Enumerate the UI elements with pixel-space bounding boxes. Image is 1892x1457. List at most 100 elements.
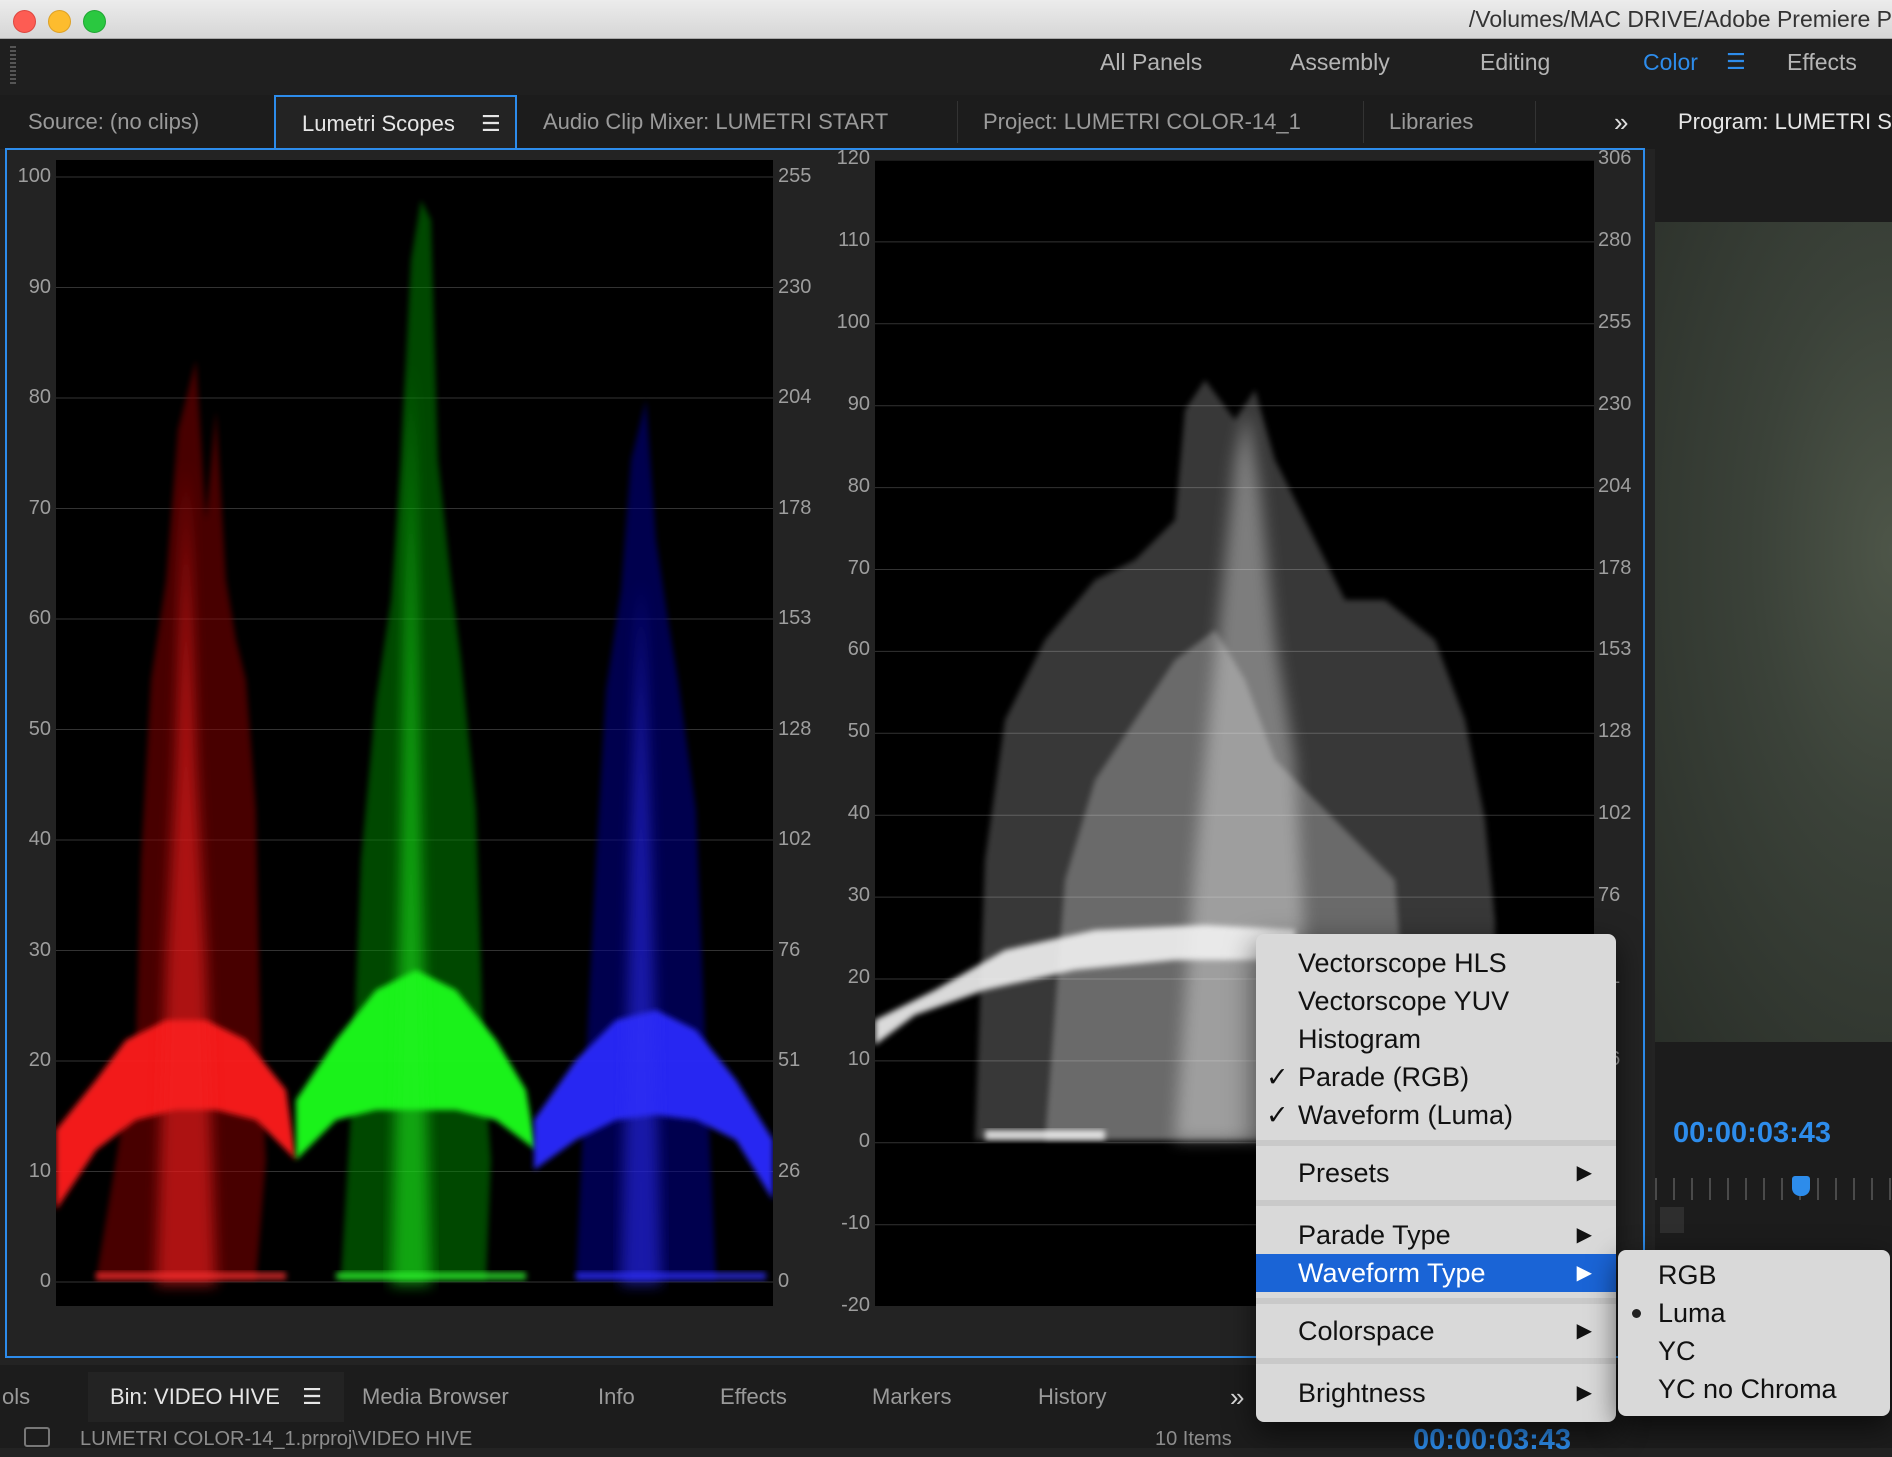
axis-tick-label: 20 <box>847 966 870 988</box>
submenu-item-label: Luma <box>1658 1298 1726 1328</box>
menu-item-label: Presets <box>1298 1158 1390 1188</box>
workspace-editing[interactable]: Editing <box>1480 49 1550 76</box>
axis-tick-label: 50 <box>847 720 870 743</box>
axis-tick-label: 100 <box>17 165 51 187</box>
axis-tick-label: 280 <box>1598 228 1632 251</box>
submenu-item-label: YC no Chroma <box>1658 1374 1837 1404</box>
menu-item-label: Colorspace <box>1298 1316 1435 1346</box>
menu-item-vectorscope-hls[interactable]: Vectorscope HLS <box>1256 944 1616 982</box>
tab-lumetri-scopes[interactable]: Lumetri Scopes ☰ <box>274 95 517 151</box>
workspace-color[interactable]: Color <box>1643 49 1698 76</box>
axis-tick-label: 178 <box>1598 556 1632 579</box>
tab-project[interactable]: Project: LUMETRI COLOR-14_1 <box>957 95 1363 149</box>
axis-tick-label: -10 <box>841 1211 870 1234</box>
tab-markers[interactable]: Markers <box>872 1372 951 1422</box>
axis-tick-label: 178 <box>778 496 812 519</box>
program-monitor-title[interactable]: Program: LUMETRI S <box>1678 109 1892 135</box>
tab-source[interactable]: Source: (no clips) <box>2 95 274 149</box>
axis-tick-label: 76 <box>1598 884 1621 907</box>
menu-item-label: Waveform (Luma) <box>1298 1100 1514 1130</box>
menu-item-parade-type[interactable]: Parade Type ▶ <box>1256 1216 1616 1254</box>
window-title-bar: /Volumes/MAC DRIVE/Adobe Premiere P <box>0 0 1892 39</box>
axis-tick-label: 30 <box>847 884 870 907</box>
menu-item-vectorscope-yuv[interactable]: Vectorscope YUV <box>1256 982 1616 1020</box>
menu-item-histogram[interactable]: Histogram <box>1256 1020 1616 1058</box>
workspace-effects[interactable]: Effects <box>1787 49 1857 76</box>
window-title: /Volumes/MAC DRIVE/Adobe Premiere P <box>1468 6 1892 32</box>
tab-bin-label: Bin: VIDEO HIVE <box>110 1384 280 1409</box>
submenu-item-luma[interactable]: Luma <box>1618 1294 1890 1332</box>
axis-tick-label: 10 <box>847 1047 870 1070</box>
axis-tick-label: 10 <box>28 1159 51 1182</box>
menu-item-colorspace[interactable]: Colorspace ▶ <box>1256 1312 1616 1350</box>
axis-tick-label: 204 <box>1598 474 1632 497</box>
menu-item-label: Vectorscope YUV <box>1298 986 1510 1016</box>
bottom-tab-overflow-icon[interactable]: » <box>1230 1372 1244 1422</box>
drag-grip-icon[interactable] <box>10 46 16 84</box>
submenu-item-yc-no-chroma[interactable]: YC no Chroma <box>1618 1370 1890 1408</box>
axis-tick-label: 204 <box>778 386 812 408</box>
tab-libraries[interactable]: Libraries <box>1363 95 1535 149</box>
menu-item-waveform-type[interactable]: Waveform Type ▶ <box>1256 1254 1616 1292</box>
axis-tick-label: 50 <box>28 717 51 740</box>
axis-tick-label: 80 <box>847 474 870 497</box>
menu-item-presets[interactable]: Presets ▶ <box>1256 1154 1616 1192</box>
axis-tick-label: 306 <box>1598 147 1632 169</box>
playhead-icon[interactable] <box>1792 1176 1810 1196</box>
tab-divider <box>1535 101 1536 143</box>
submenu-item-label: YC <box>1658 1336 1696 1366</box>
close-window-button[interactable] <box>13 10 36 33</box>
menu-item-waveform-luma[interactable]: ✓ Waveform (Luma) <box>1256 1096 1616 1134</box>
tab-tools[interactable]: ols <box>2 1372 30 1422</box>
menu-item-label: Vectorscope HLS <box>1298 948 1507 978</box>
workspace-assembly[interactable]: Assembly <box>1290 49 1390 76</box>
axis-tick-label: 76 <box>778 938 801 961</box>
tab-audio-clip-mixer[interactable]: Audio Clip Mixer: LUMETRI START <box>517 95 957 149</box>
tab-media-browser[interactable]: Media Browser <box>362 1372 509 1422</box>
workspace-bar <box>0 39 1892 95</box>
axis-tick-label: 128 <box>778 717 812 740</box>
axis-tick-label: 40 <box>847 802 870 825</box>
parade-scope <box>56 160 773 1306</box>
axis-tick-label: 30 <box>28 938 51 961</box>
program-zoom-handle[interactable] <box>1660 1207 1684 1233</box>
axis-tick-label: 40 <box>28 828 51 850</box>
axis-tick-label: 110 <box>838 228 870 251</box>
folder-up-icon[interactable] <box>24 1427 50 1447</box>
checkmark-icon: ✓ <box>1266 1100 1289 1130</box>
axis-tick-label: 90 <box>847 392 870 415</box>
axis-tick-label: 102 <box>778 828 812 850</box>
tab-history[interactable]: History <box>1038 1372 1106 1422</box>
menu-item-label: Waveform Type <box>1298 1258 1486 1288</box>
tab-overflow-icon[interactable]: » <box>1600 95 1645 149</box>
panel-menu-icon[interactable]: ☰ <box>481 97 501 151</box>
axis-tick-label: 100 <box>836 310 870 333</box>
timeline-timecode[interactable]: 00:00:03:43 <box>1413 1424 1571 1457</box>
submenu-item-rgb[interactable]: RGB <box>1618 1256 1890 1294</box>
menu-separator <box>1256 1358 1616 1364</box>
tab-effects[interactable]: Effects <box>720 1372 787 1422</box>
axis-tick-label: 153 <box>1598 638 1632 661</box>
tab-bin-video-hive[interactable]: Bin: VIDEO HIVE ☰ <box>88 1372 344 1422</box>
program-time-ruler[interactable] <box>1655 1178 1892 1200</box>
program-timecode[interactable]: 00:00:03:43 <box>1673 1117 1831 1150</box>
tab-lumetri-label: Lumetri Scopes <box>302 111 455 136</box>
workspace-menu-icon[interactable]: ☰ <box>1726 49 1746 75</box>
menu-item-brightness[interactable]: Brightness ▶ <box>1256 1374 1616 1412</box>
bin-panel-menu-icon[interactable]: ☰ <box>302 1384 322 1409</box>
submenu-item-yc[interactable]: YC <box>1618 1332 1890 1370</box>
axis-tick-label: 230 <box>778 275 812 298</box>
workspace-all-panels[interactable]: All Panels <box>1100 49 1202 76</box>
parade-red-base <box>96 1272 286 1280</box>
minimize-window-button[interactable] <box>48 10 71 33</box>
axis-tick-label: 20 <box>28 1049 51 1071</box>
program-video-frame <box>1655 222 1892 1042</box>
menu-item-label: Histogram <box>1298 1024 1422 1054</box>
zoom-window-button[interactable] <box>83 10 106 33</box>
tab-info[interactable]: Info <box>598 1372 635 1422</box>
axis-tick-label: 255 <box>778 165 812 187</box>
axis-tick-label: 128 <box>1598 720 1632 743</box>
menu-separator <box>1256 1200 1616 1206</box>
axis-tick-label: 120 <box>836 147 870 169</box>
menu-item-parade-rgb[interactable]: ✓ Parade (RGB) <box>1256 1058 1616 1096</box>
